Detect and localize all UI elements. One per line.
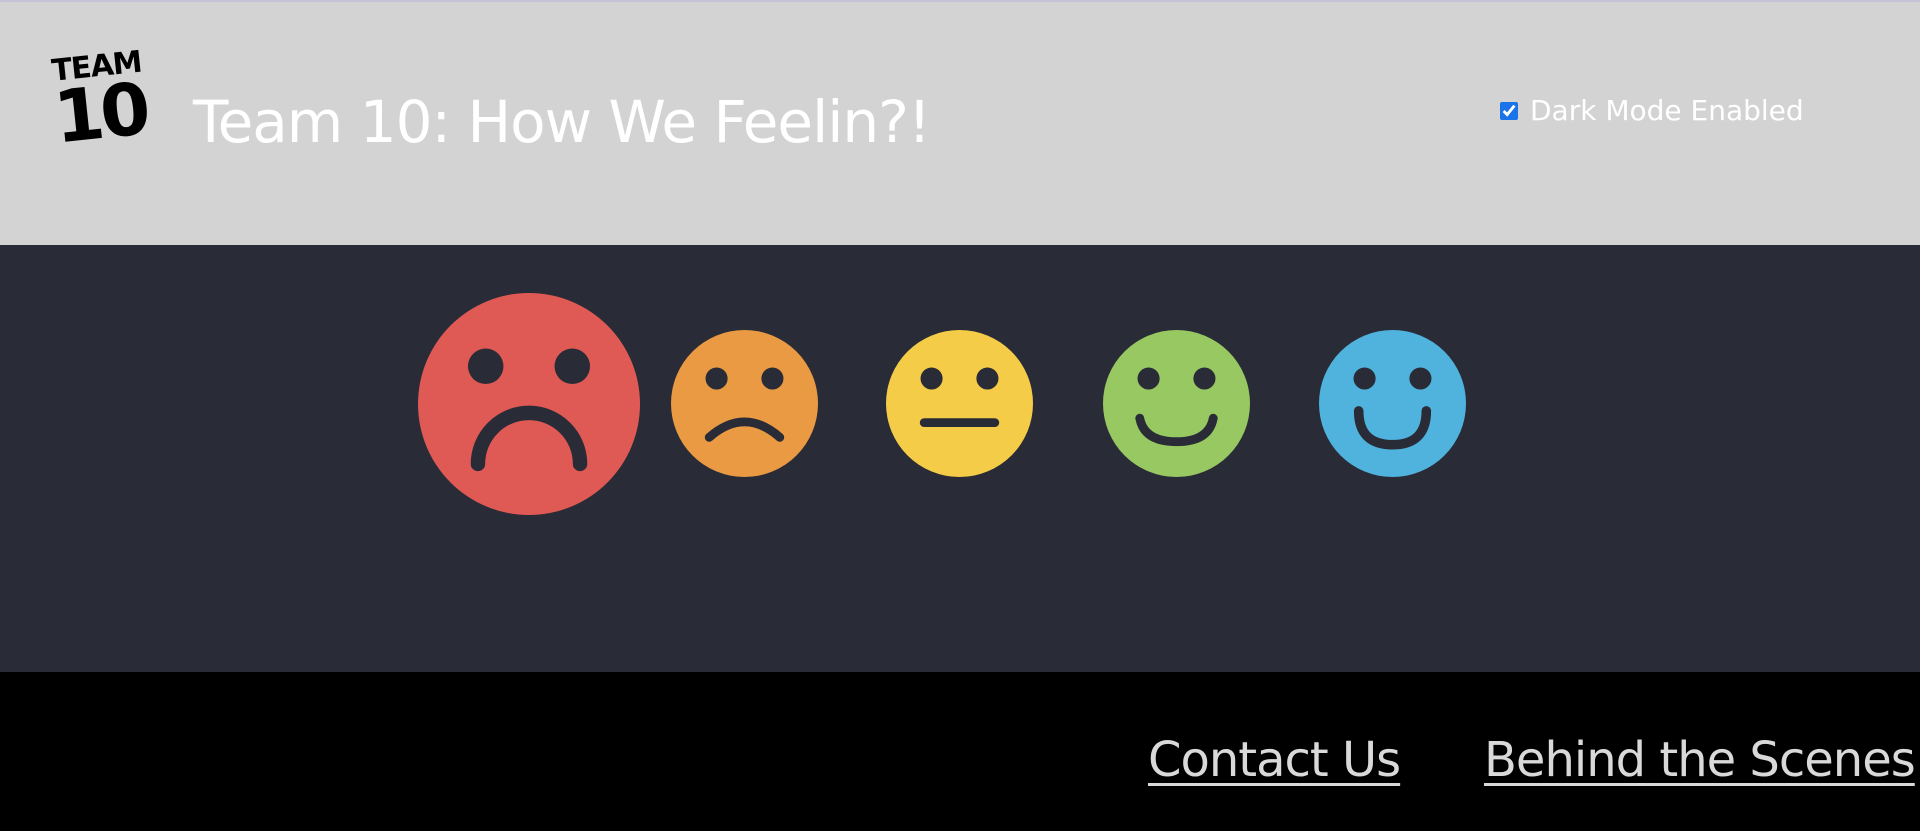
header: TEAM 10 Team 10: How We Feelin?! Dark Mo… bbox=[0, 0, 1920, 245]
page-title: Team 10: How We Feelin?! bbox=[193, 88, 931, 156]
team-10-logo: TEAM 10 bbox=[48, 45, 158, 160]
dark-mode-checkbox[interactable] bbox=[1500, 101, 1518, 120]
dark-mode-toggle[interactable]: Dark Mode Enabled bbox=[1500, 94, 1804, 127]
behind-the-scenes-link[interactable]: Behind the Scenes bbox=[1484, 732, 1916, 788]
very-sad-face-icon[interactable] bbox=[418, 293, 640, 515]
very-happy-face-icon[interactable] bbox=[1319, 330, 1466, 477]
sad-face-icon[interactable] bbox=[671, 330, 818, 477]
contact-us-link[interactable]: Contact Us bbox=[1148, 732, 1401, 788]
mood-selector bbox=[0, 245, 1920, 672]
neutral-face-icon[interactable] bbox=[886, 330, 1033, 477]
page: TEAM 10 Team 10: How We Feelin?! Dark Mo… bbox=[0, 0, 1920, 831]
happy-face-icon[interactable] bbox=[1103, 330, 1250, 477]
footer: Contact Us Behind the Scenes bbox=[0, 672, 1920, 831]
logo-line-2: 10 bbox=[50, 66, 151, 160]
dark-mode-label[interactable]: Dark Mode Enabled bbox=[1530, 94, 1804, 127]
